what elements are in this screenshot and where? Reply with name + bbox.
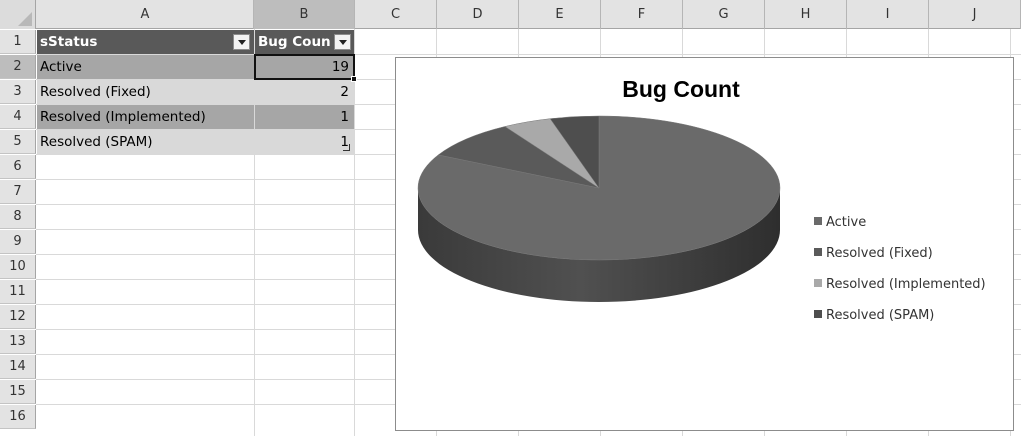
column-header-f[interactable]: F (601, 0, 683, 29)
row-header-3[interactable]: 3 (0, 80, 36, 104)
filter-dropdown-icon[interactable] (334, 34, 351, 50)
column-header-i[interactable]: I (847, 0, 929, 29)
column-header-h[interactable]: H (765, 0, 847, 29)
table-cell-status[interactable]: Resolved (SPAM) (37, 130, 254, 154)
table-resize-handle-icon[interactable] (343, 144, 350, 151)
row-header-4[interactable]: 4 (0, 105, 36, 129)
table-cell-count[interactable]: 2 (255, 80, 354, 104)
table-cell-status[interactable]: Resolved (Implemented) (37, 105, 254, 129)
legend-swatch (814, 217, 822, 225)
column-header-g[interactable]: G (683, 0, 765, 29)
row-header-10[interactable]: 10 (0, 255, 36, 279)
row-header-7[interactable]: 7 (0, 180, 36, 204)
table-header-status[interactable]: sStatus (37, 30, 254, 54)
legend-item-resolved-spam: Resolved (SPAM) (814, 306, 1014, 337)
column-header-c[interactable]: C (355, 0, 437, 29)
chart-legend: Active Resolved (Fixed) Resolved (Implemen… (814, 213, 1014, 337)
legend-swatch (814, 310, 822, 318)
select-all-button[interactable] (0, 0, 36, 29)
row-header-13[interactable]: 13 (0, 330, 36, 354)
legend-label: Resolved (Implemented) (826, 277, 986, 292)
table-header-count-label: Bug Coun (258, 34, 331, 50)
table-cell-count[interactable]: 19 (255, 55, 354, 79)
row-header-5[interactable]: 5 (0, 130, 36, 154)
row-header-2[interactable]: 2 (0, 55, 36, 79)
legend-swatch (814, 279, 822, 287)
spreadsheet: A B C D E F G H I J 1 2 3 4 5 6 7 8 9 10… (0, 0, 1021, 436)
row-header-8[interactable]: 8 (0, 205, 36, 229)
legend-label: Resolved (SPAM) (826, 308, 935, 323)
column-header-j[interactable]: J (929, 0, 1021, 29)
legend-swatch (814, 248, 822, 256)
row-header-11[interactable]: 11 (0, 280, 36, 304)
row-header-12[interactable]: 12 (0, 305, 36, 329)
select-all-icon (18, 12, 32, 26)
legend-label: Active (826, 215, 867, 230)
filter-dropdown-icon[interactable] (233, 34, 250, 50)
legend-item-resolved-fixed: Resolved (Fixed) (814, 244, 1014, 275)
table-cell-status[interactable]: Resolved (Fixed) (37, 80, 254, 104)
table-cell-status[interactable]: Active (37, 55, 254, 79)
legend-label: Resolved (Fixed) (826, 246, 933, 261)
row-header-6[interactable]: 6 (0, 155, 36, 179)
gridline (354, 29, 355, 436)
table-cell-count[interactable]: 1 (255, 105, 354, 129)
row-header-1[interactable]: 1 (0, 30, 36, 54)
table-header-status-label: sStatus (40, 34, 98, 50)
legend-item-active: Active (814, 213, 1014, 244)
column-header-row: A B C D E F G H I J (0, 0, 1021, 29)
row-header-15[interactable]: 15 (0, 380, 36, 404)
legend-item-resolved-implemented: Resolved (Implemented) (814, 275, 1014, 306)
row-header-16[interactable]: 16 (0, 405, 36, 429)
column-header-a[interactable]: A (37, 0, 254, 29)
column-header-b[interactable]: B (254, 0, 355, 29)
table-cell-count[interactable]: 1 (255, 130, 354, 154)
row-header-14[interactable]: 14 (0, 355, 36, 379)
row-header-9[interactable]: 9 (0, 230, 36, 254)
fill-handle[interactable] (351, 76, 357, 82)
pie-chart[interactable]: Bug Count Active Resolved (Fixed) Resolved… (395, 57, 1014, 431)
column-header-e[interactable]: E (519, 0, 601, 29)
column-header-d[interactable]: D (437, 0, 519, 29)
